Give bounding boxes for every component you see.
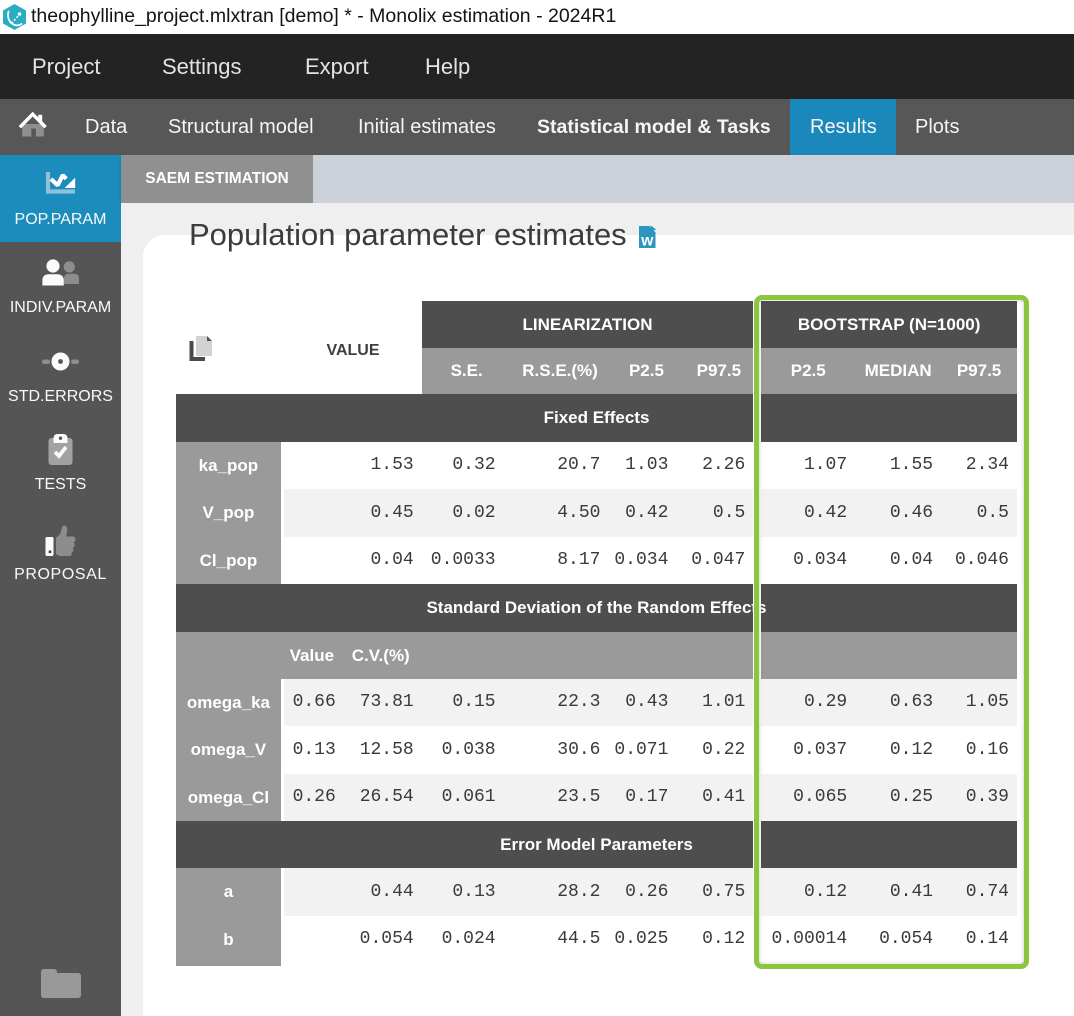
svg-text:w: w [640,233,654,249]
